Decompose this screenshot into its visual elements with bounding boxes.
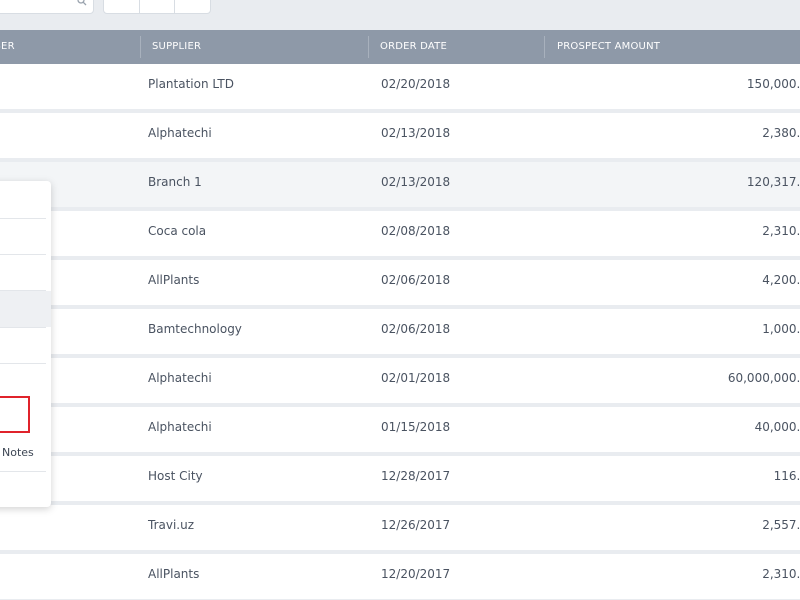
supplier-cell: Alphatechi: [148, 371, 212, 385]
supplier-cell: Host City: [148, 469, 203, 483]
amount-cell: 1,000.0: [762, 322, 800, 336]
menu-divider: [0, 218, 46, 219]
order-date-cell: 02/13/2018: [381, 126, 451, 140]
column-header-supplier[interactable]: SUPPLIER: [152, 30, 201, 64]
table-header: BER SUPPLIER ORDER DATE PROSPECT AMOUNT: [0, 30, 800, 64]
search-input[interactable]: [0, 0, 94, 14]
menu-item-hovered[interactable]: [0, 291, 51, 327]
order-date-cell: 12/20/2017: [381, 567, 451, 581]
supplier-cell: Alphatechi: [148, 420, 212, 434]
menu-item-notes[interactable]: Notes: [2, 446, 34, 459]
table-row[interactable]: Host City 12/28/2017 116.6: [0, 456, 800, 501]
column-header-order-date[interactable]: ORDER DATE: [380, 30, 447, 64]
order-date-cell: 01/15/2018: [381, 420, 451, 434]
order-date-cell: 02/06/2018: [381, 322, 451, 336]
column-divider: [544, 36, 545, 58]
menu-divider: [0, 327, 46, 328]
amount-cell: 40,000.0: [754, 420, 800, 434]
pagination-button[interactable]: [175, 0, 210, 13]
amount-cell: 150,000.0: [746, 77, 800, 91]
search-icon[interactable]: [77, 0, 87, 6]
amount-cell: 2,557.3: [762, 518, 800, 532]
pagination-button[interactable]: [104, 0, 140, 13]
order-date-cell: 02/08/2018: [381, 224, 451, 238]
table-row[interactable]: AllPlants 02/06/2018 4,200.0: [0, 260, 800, 305]
table-row[interactable]: Travi.uz 12/26/2017 2,557.3: [0, 505, 800, 550]
menu-divider: [0, 471, 46, 472]
order-date-cell: 12/26/2017: [381, 518, 451, 532]
pagination-button[interactable]: [140, 0, 176, 13]
table-row[interactable]: Alphatechi 02/01/2018 60,000,000.0: [0, 358, 800, 403]
pagination-controls: [103, 0, 211, 14]
table-row[interactable]: Alphatechi 01/15/2018 40,000.0: [0, 407, 800, 452]
amount-cell: 116.6: [773, 469, 800, 483]
table-row[interactable]: Alphatechi 02/13/2018 2,380.0: [0, 113, 800, 158]
column-header-prospect-amount[interactable]: PROSPECT AMOUNT: [557, 30, 660, 64]
amount-cell: 120,317.4: [746, 175, 800, 189]
supplier-cell: Travi.uz: [148, 518, 195, 532]
menu-divider: [0, 254, 46, 255]
supplier-cell: AllPlants: [148, 567, 200, 581]
amount-cell: 2,310.9: [762, 567, 800, 581]
table-row[interactable]: Bamtechnology 02/06/2018 1,000.0: [0, 309, 800, 354]
amount-cell: 2,310.9: [762, 224, 800, 238]
order-date-cell: 02/13/2018: [381, 175, 451, 189]
supplier-cell: Alphatechi: [148, 126, 212, 140]
toolbar: [0, 0, 800, 30]
context-menu: Notes: [0, 181, 51, 507]
column-header-number[interactable]: BER: [0, 30, 15, 64]
order-date-cell: 02/06/2018: [381, 273, 451, 287]
order-date-cell: 02/20/2018: [381, 77, 451, 91]
order-date-cell: 12/28/2017: [381, 469, 451, 483]
highlighted-menu-item[interactable]: [0, 396, 30, 433]
order-date-cell: 02/01/2018: [381, 371, 451, 385]
amount-cell: 2,380.0: [762, 126, 800, 140]
supplier-cell: Coca cola: [148, 224, 207, 238]
table-row[interactable]: AllPlants 12/20/2017 2,310.9: [0, 554, 800, 599]
supplier-cell: Plantation LTD: [148, 77, 234, 91]
column-divider: [140, 36, 141, 58]
menu-divider: [0, 363, 46, 364]
supplier-cell: AllPlants: [148, 273, 200, 287]
table-row[interactable]: Plantation LTD 02/20/2018 150,000.0: [0, 64, 800, 109]
amount-cell: 4,200.0: [762, 273, 800, 287]
table-row[interactable]: Coca cola 02/08/2018 2,310.9: [0, 211, 800, 256]
table-row[interactable]: Branch 1 02/13/2018 120,317.4: [0, 162, 800, 207]
amount-cell: 60,000,000.0: [727, 371, 800, 385]
column-divider: [368, 36, 369, 58]
supplier-cell: Branch 1: [148, 175, 202, 189]
supplier-cell: Bamtechnology: [148, 322, 242, 336]
